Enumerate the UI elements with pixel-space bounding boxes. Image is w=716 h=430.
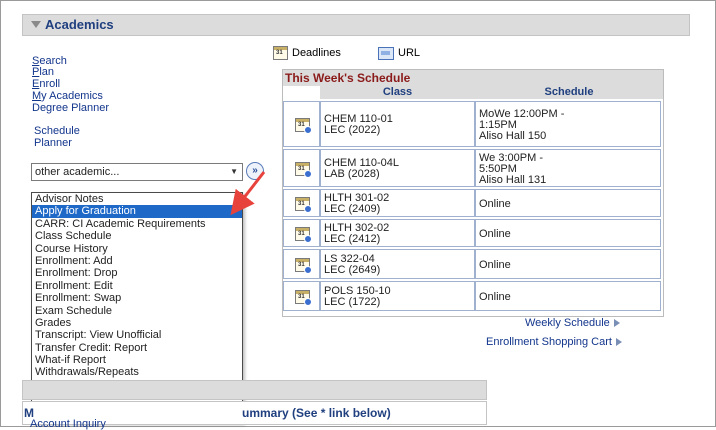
calendar-icon[interactable]: 31	[295, 118, 312, 134]
class-section: LEC (1722)	[324, 296, 381, 308]
go-button[interactable]: »	[246, 162, 264, 180]
dropdown-option[interactable]: Course History	[32, 243, 242, 255]
class-section: LEC (2409)	[324, 203, 381, 215]
schedule-line: Aliso Hall 131	[479, 174, 547, 186]
academics-section-header[interactable]: Academics	[22, 14, 690, 36]
schedule-planner-link[interactable]: Schedule	[34, 126, 80, 137]
triangle-right-icon	[615, 338, 622, 347]
dropdown-option[interactable]: Enrollment: Drop	[32, 267, 242, 279]
weekly-schedule-link[interactable]: Weekly Schedule	[525, 317, 620, 329]
schedule-cell: We 3:00PM -5:50PM Aliso Hall 131	[475, 149, 661, 187]
table-row: 31 POLS 150-10 LEC (1722) Online	[283, 280, 663, 311]
calendar-icon[interactable]: 31	[295, 258, 312, 274]
schedule-line: Online	[479, 228, 511, 240]
url-button[interactable]: URL	[378, 45, 420, 61]
class-section: LEC (2412)	[324, 233, 381, 245]
double-chevron-right-icon: »	[252, 165, 258, 176]
dropdown-option[interactable]: CARR: CI Academic Requirements	[32, 218, 242, 230]
plan-link[interactable]: Plan	[32, 67, 54, 78]
calendar-icon[interactable]: 31	[295, 162, 312, 178]
schedule-title: This Week's Schedule	[285, 71, 411, 85]
shopping-cart-label: Enrollment Shopping Cart	[486, 336, 612, 348]
schedule-cell: Online	[475, 281, 661, 311]
section-title: Academics	[45, 17, 114, 32]
schedule-column-header: Schedule	[475, 86, 663, 99]
deadlines-button[interactable]: 31 Deadlines	[273, 45, 341, 61]
enrollment-shopping-cart-link[interactable]: Enrollment Shopping Cart	[486, 336, 622, 348]
row-icon-cell: 31	[283, 101, 320, 147]
weekly-schedule-label: Weekly Schedule	[525, 317, 610, 329]
row-icon-cell: 31	[283, 249, 320, 279]
dropdown-option[interactable]: What-if Report	[32, 354, 242, 366]
schedule-cell: MoWe 12:00PM -1:15PM Aliso Hall 150	[475, 101, 661, 147]
schedule-line: Online	[479, 259, 511, 271]
degree-planner-link[interactable]: Degree Planner	[32, 103, 109, 114]
class-cell: LS 322-04 LEC (2649)	[320, 249, 475, 279]
calendar-icon[interactable]: 31	[295, 290, 312, 306]
row-icon-cell: 31	[283, 281, 320, 311]
row-icon-cell: 31	[283, 219, 320, 247]
row-icon-cell: 31	[283, 189, 320, 217]
class-cell: HLTH 302-02 LEC (2412)	[320, 219, 475, 247]
dropdown-option[interactable]: Grades	[32, 317, 242, 329]
dropdown-option[interactable]: Class Schedule	[32, 230, 242, 242]
class-section: LAB (2028)	[324, 168, 380, 180]
calendar-icon[interactable]: 31	[295, 227, 312, 243]
enroll-link[interactable]: Enroll	[32, 79, 60, 90]
schedule-cell: Online	[475, 249, 661, 279]
class-cell: CHEM 110-01 LEC (2022)	[320, 101, 475, 147]
schedule-planner-link-2[interactable]: Planner	[34, 138, 72, 149]
url-label: URL	[398, 47, 421, 59]
dropdown-option[interactable]: Enrollment: Edit	[32, 280, 242, 292]
other-academic-select[interactable]: other academic... ▼	[31, 163, 243, 181]
url-icon	[378, 46, 394, 60]
table-row: 31 HLTH 302-02 LEC (2412) Online	[283, 218, 663, 247]
class-section: LEC (2649)	[324, 264, 381, 276]
select-value: other academic...	[35, 166, 120, 178]
dropdown-option[interactable]: Exam Schedule	[32, 305, 242, 317]
dropdown-option[interactable]: Advisor Notes	[32, 193, 242, 205]
table-row: 31 CHEM 110-04L LAB (2028) We 3:00PM -5:50P…	[283, 148, 663, 187]
weekly-schedule-panel: This Week's Schedule Class Schedule 31 CH…	[282, 69, 664, 317]
class-cell: POLS 150-10 LEC (1722)	[320, 281, 475, 311]
schedule-cell: Online	[475, 189, 661, 217]
account-summary-heading: ummary (See * link below)	[242, 406, 391, 420]
dropdown-option[interactable]: Withdrawals/Repeats	[32, 366, 242, 378]
dropdown-option[interactable]: Transfer Credit: Report	[32, 342, 242, 354]
account-inquiry-link[interactable]: Account Inquiry	[30, 418, 106, 430]
schedule-line: Online	[479, 291, 511, 303]
calendar-icon[interactable]: 31	[295, 197, 312, 213]
schedule-line: Online	[479, 198, 511, 210]
schedule-line: Aliso Hall 150	[479, 130, 547, 142]
my-academics-link[interactable]: My Academics	[32, 91, 103, 102]
class-column-header: Class	[320, 86, 475, 99]
triangle-right-icon	[613, 319, 620, 328]
table-row: 31 HLTH 301-02 LEC (2409) Online	[283, 188, 663, 217]
class-cell: HLTH 301-02 LEC (2409)	[320, 189, 475, 217]
table-row: 31 CHEM 110-01 LEC (2022) MoWe 12:00PM -1:1…	[283, 100, 663, 147]
calendar-icon: 31	[273, 46, 288, 60]
finances-section-header[interactable]	[22, 380, 487, 400]
schedule-cell: Online	[475, 219, 661, 247]
dropdown-option[interactable]: Transcript: View Unofficial	[32, 329, 242, 341]
deadlines-label: Deadlines	[292, 47, 341, 59]
schedule-title-bar: This Week's Schedule	[283, 70, 663, 86]
dropdown-option[interactable]: Enrollment: Swap	[32, 292, 242, 304]
dropdown-option[interactable]: Enrollment: Add	[32, 255, 242, 267]
row-icon-cell: 31	[283, 149, 320, 187]
table-row: 31 LS 322-04 LEC (2649) Online	[283, 248, 663, 279]
chevron-down-icon[interactable]: ▼	[230, 167, 238, 176]
collapse-triangle-icon[interactable]	[31, 21, 41, 28]
dropdown-option[interactable]: Apply for Graduation	[32, 205, 242, 218]
class-section: LEC (2022)	[324, 124, 381, 136]
class-cell: CHEM 110-04L LAB (2028)	[320, 149, 475, 187]
